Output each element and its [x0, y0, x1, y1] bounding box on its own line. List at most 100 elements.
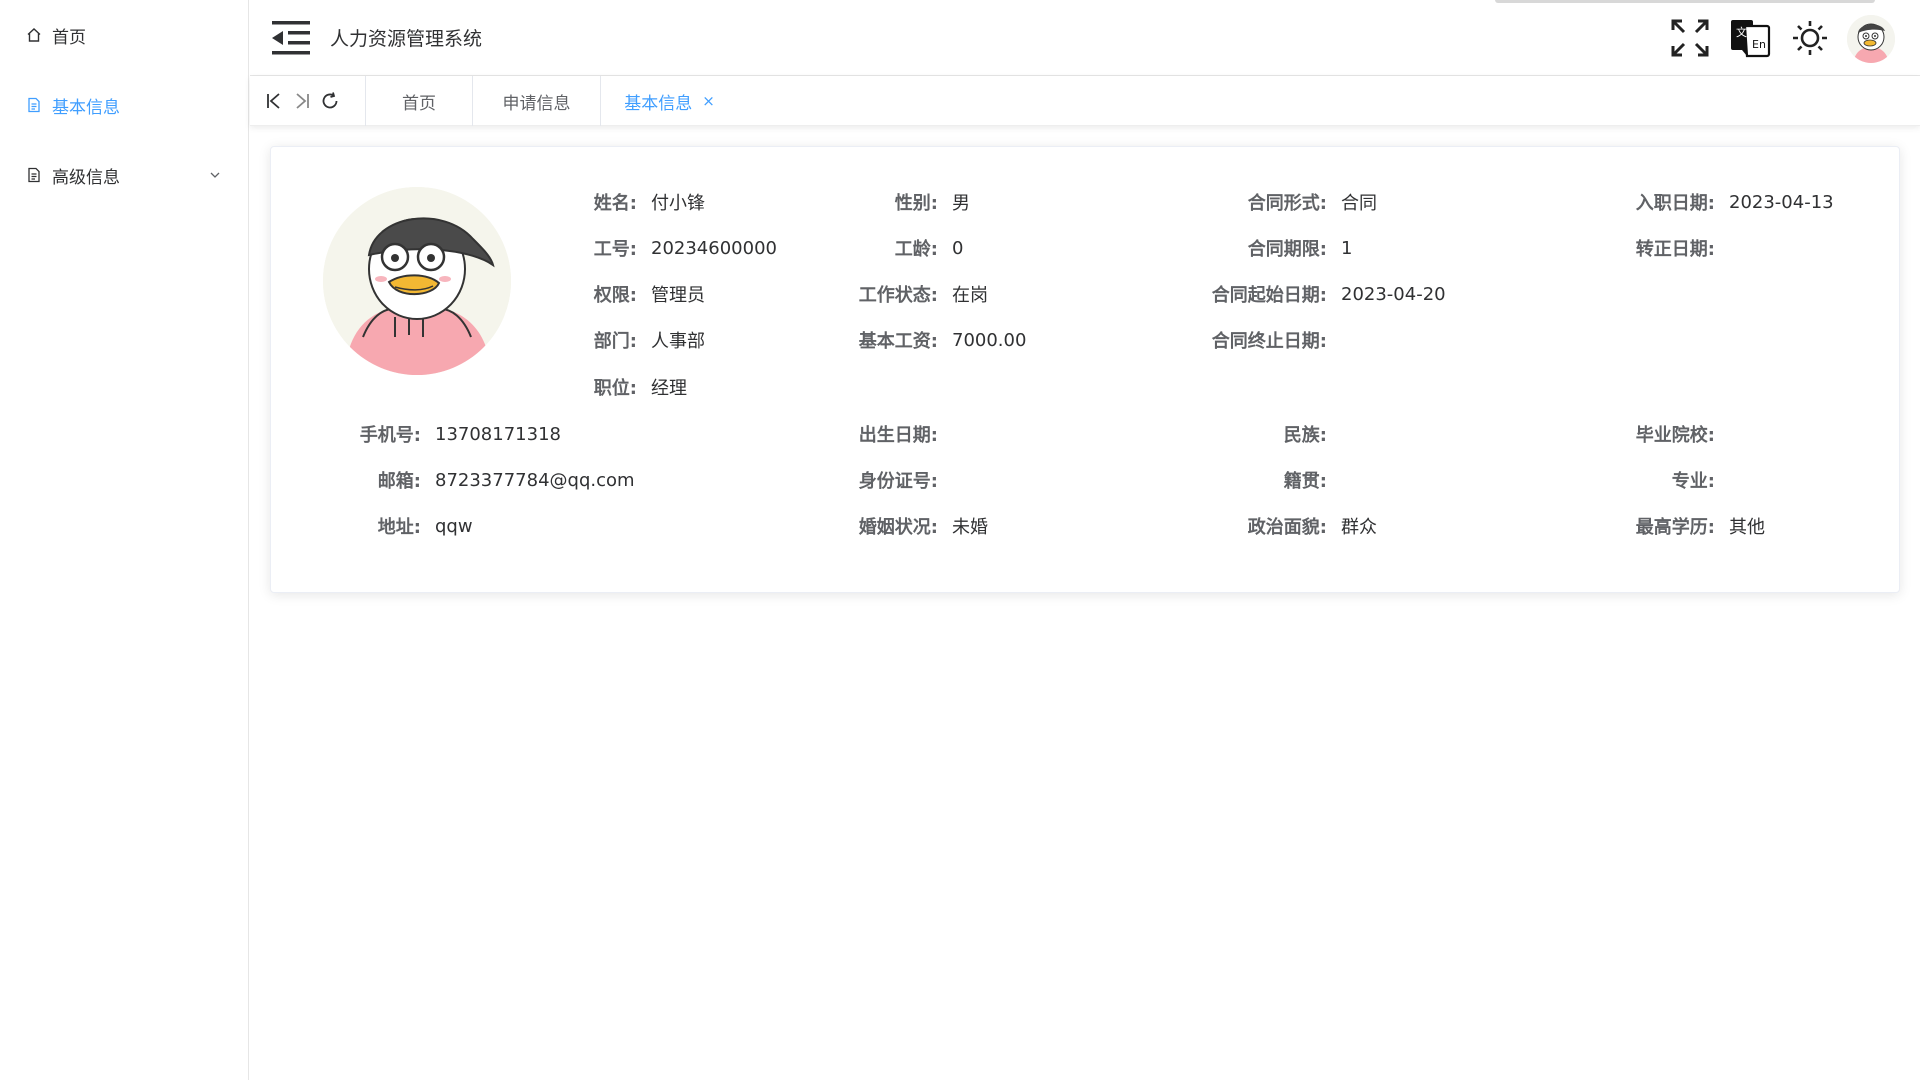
tab-label: 首页 — [402, 93, 436, 114]
field-value: 2023-04-20 — [1341, 283, 1446, 305]
field-value: 男 — [952, 193, 970, 214]
field-value: 未婚 — [952, 517, 988, 538]
field-hire-date: 入职日期: 2023-04-13 — [1585, 187, 1834, 217]
field-school: 毕业院校: — [1585, 419, 1729, 449]
field-value: 经理 — [651, 378, 687, 399]
field-emp-no: 工号: 20234600000 — [567, 233, 777, 263]
field-label: 入职日期: — [1635, 193, 1715, 214]
field-address: 地址: qqw — [311, 511, 473, 541]
field-label: 政治面貌: — [1247, 517, 1327, 538]
field-label: 转正日期: — [1635, 239, 1715, 260]
field-value: 0 — [952, 237, 964, 259]
sidebar-item-basic-info[interactable]: 基本信息 — [0, 70, 248, 140]
tab-label: 申请信息 — [502, 93, 571, 114]
field-native-place: 籍贯: — [1177, 465, 1341, 495]
field-major: 专业: — [1585, 465, 1729, 495]
tab-home[interactable]: 首页 — [366, 76, 472, 126]
field-value: 8723377784@qq.com — [435, 469, 635, 491]
field-label: 婚姻状况: — [858, 517, 938, 538]
field-seniority: 工龄: 0 — [818, 233, 964, 263]
field-education: 最高学历: 其他 — [1585, 511, 1765, 541]
field-value: 群众 — [1341, 517, 1377, 538]
field-label: 最高学历: — [1635, 517, 1715, 538]
field-label: 手机号: — [359, 425, 421, 446]
field-label: 工龄: — [894, 239, 938, 260]
field-contract-end: 合同终止日期: — [1177, 325, 1341, 355]
tab-apply-info[interactable]: 申请信息 — [473, 76, 600, 126]
tabs-bar: 首页 申请信息 基本信息 × — [250, 76, 1920, 126]
field-position: 职位: 经理 — [567, 372, 687, 402]
svg-text:文: 文 — [1736, 25, 1747, 39]
sidebar-item-label: 首页 — [52, 27, 86, 48]
field-label: 合同期限: — [1247, 239, 1327, 260]
field-label: 身份证号: — [858, 471, 938, 492]
field-value: qqw — [435, 515, 473, 537]
tab-basic-info[interactable]: 基本信息 × — [601, 76, 738, 126]
field-marital: 婚姻状况: 未婚 — [818, 511, 988, 541]
sidebar-item-label: 基本信息 — [52, 97, 120, 118]
employee-avatar — [323, 187, 511, 375]
home-icon — [26, 27, 42, 43]
field-regular-date: 转正日期: — [1585, 233, 1729, 263]
field-label: 籍贯: — [1283, 471, 1327, 492]
field-birth-date: 出生日期: — [818, 419, 952, 449]
field-value: 2023-04-13 — [1729, 191, 1834, 213]
translate-icon[interactable]: 文 En — [1728, 16, 1772, 60]
field-label: 合同终止日期: — [1211, 331, 1327, 352]
theme-sun-icon[interactable] — [1788, 16, 1832, 60]
field-label: 姓名: — [593, 193, 637, 214]
field-base-salary: 基本工资: 7000.00 — [818, 325, 1027, 355]
system-title: 人力资源管理系统 — [330, 28, 483, 50]
field-label: 合同形式: — [1247, 193, 1327, 214]
field-permission: 权限: 管理员 — [567, 279, 705, 309]
field-label: 出生日期: — [858, 425, 938, 446]
field-value: 在岗 — [952, 285, 988, 306]
field-label: 工号: — [593, 239, 637, 260]
close-icon[interactable]: × — [702, 92, 715, 110]
user-avatar[interactable] — [1847, 15, 1895, 63]
collapse-menu-icon[interactable] — [270, 18, 312, 58]
svg-text:En: En — [1752, 38, 1766, 51]
refresh-icon[interactable] — [318, 89, 342, 113]
sidebar-item-advanced-info[interactable]: 高级信息 — [0, 140, 248, 210]
sidebar-item-home[interactable]: 首页 — [0, 0, 248, 70]
field-label: 性别: — [894, 193, 938, 214]
field-label: 合同起始日期: — [1211, 285, 1327, 306]
field-label: 专业: — [1671, 471, 1715, 492]
field-value: 20234600000 — [651, 237, 777, 259]
field-label: 地址: — [377, 517, 421, 538]
field-label: 邮箱: — [377, 471, 421, 492]
field-ethnicity: 民族: — [1177, 419, 1341, 449]
chevron-down-icon[interactable] — [208, 167, 222, 181]
field-id-number: 身份证号: — [818, 465, 952, 495]
field-label: 工作状态: — [858, 285, 938, 306]
fullscreen-icon[interactable] — [1668, 16, 1712, 60]
field-work-status: 工作状态: 在岗 — [818, 279, 988, 309]
field-name: 姓名: 付小锋 — [567, 187, 705, 217]
field-label: 职位: — [593, 378, 637, 399]
document-icon — [26, 97, 42, 113]
scroll-first-icon[interactable] — [262, 89, 286, 113]
field-label: 毕业院校: — [1635, 425, 1715, 446]
field-contract-term: 合同期限: 1 — [1177, 233, 1353, 263]
field-value: 13708171318 — [435, 423, 561, 445]
field-value: 人事部 — [651, 331, 705, 352]
field-value: 其他 — [1729, 517, 1765, 538]
sidebar-item-label: 高级信息 — [52, 167, 120, 188]
field-political: 政治面貌: 群众 — [1177, 511, 1377, 541]
document-icon — [26, 167, 42, 183]
scroll-last-icon[interactable] — [290, 89, 314, 113]
field-department: 部门: 人事部 — [567, 325, 705, 355]
top-header: 人力资源管理系统 文 En — [250, 0, 1920, 76]
sidebar: 首页 基本信息 高级信息 — [0, 0, 249, 1080]
field-phone: 手机号: 13708171318 — [311, 419, 561, 449]
popup-edge — [1495, 0, 1875, 3]
tab-label: 基本信息 — [624, 93, 693, 114]
field-label: 权限: — [593, 285, 637, 306]
field-value: 合同 — [1341, 193, 1377, 214]
field-label: 民族: — [1283, 425, 1327, 446]
field-label: 部门: — [593, 331, 637, 352]
field-contract-start: 合同起始日期: 2023-04-20 — [1177, 279, 1446, 309]
field-gender: 性别: 男 — [818, 187, 970, 217]
field-email: 邮箱: 8723377784@qq.com — [311, 465, 635, 495]
